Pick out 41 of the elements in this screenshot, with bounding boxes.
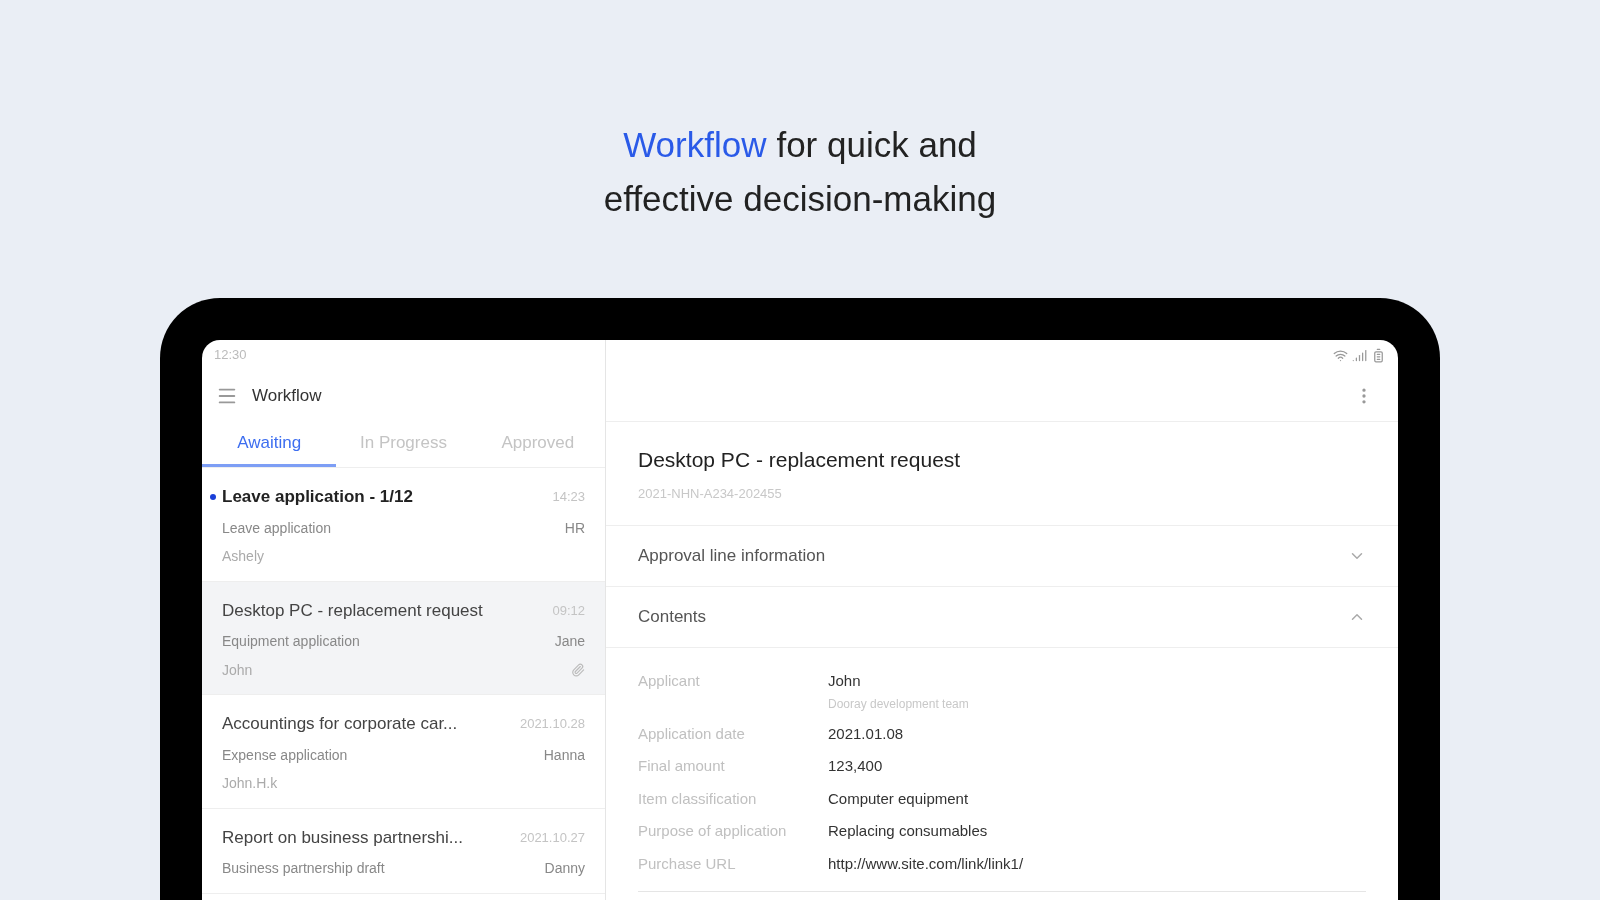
item-time: 2021.10.27 bbox=[519, 828, 585, 847]
item-owner: Danny bbox=[544, 859, 585, 878]
item-title: Leave application - 1/12 bbox=[222, 486, 413, 508]
section-header[interactable]: Contents bbox=[606, 587, 1398, 648]
item-time: 2021.10.28 bbox=[519, 715, 585, 733]
field-label: Item classification bbox=[638, 788, 758, 809]
detail-title: Desktop PC - replacement request bbox=[638, 447, 962, 473]
section-header[interactable]: Approval line information bbox=[606, 526, 1398, 587]
field-value: Replacing consumables bbox=[828, 821, 989, 841]
signal-icon bbox=[1352, 347, 1367, 363]
field-value: John bbox=[828, 671, 862, 691]
wifi-icon bbox=[1333, 347, 1348, 363]
headline-text: for quick and bbox=[776, 124, 977, 166]
item-owner: Hanna bbox=[543, 745, 585, 765]
item-applicant: Ashely bbox=[222, 547, 265, 566]
field-value: http://www.site.com/link/link1/ bbox=[828, 853, 1025, 874]
status-time: 12:30 bbox=[214, 346, 247, 365]
item-type: Expense application bbox=[222, 745, 348, 765]
app-title: Workflow bbox=[252, 385, 322, 408]
item-time: 14:23 bbox=[552, 488, 585, 506]
item-type: Leave application bbox=[222, 518, 331, 538]
item-applicant: John.H.k bbox=[222, 774, 278, 793]
field-label: Applicant bbox=[638, 671, 701, 691]
field-label: Application date bbox=[638, 723, 746, 744]
item-type: Equipment application bbox=[222, 632, 360, 651]
field-label: Final amount bbox=[638, 756, 726, 776]
battery-icon bbox=[1371, 347, 1386, 363]
field-value: 2021.01.08 bbox=[828, 723, 905, 744]
item-title: Desktop PC - replacement request bbox=[222, 599, 483, 622]
field-value: Computer equipment bbox=[828, 788, 970, 809]
item-applicant: John bbox=[222, 660, 253, 680]
item-title: Report on business partnershi... bbox=[222, 826, 463, 849]
item-title: Accountings for corporate car... bbox=[222, 713, 458, 735]
headline-highlight: Workflow bbox=[623, 124, 767, 166]
item-owner: Jane bbox=[554, 632, 585, 651]
item-owner: HR bbox=[564, 518, 585, 538]
field-label: Purpose of application bbox=[638, 821, 788, 841]
field-value: 123,400 bbox=[828, 756, 884, 776]
field-label: Purchase URL bbox=[638, 853, 737, 874]
headline-text: effective decision-making bbox=[603, 178, 997, 220]
item-type: Business partnership draft bbox=[222, 859, 385, 878]
